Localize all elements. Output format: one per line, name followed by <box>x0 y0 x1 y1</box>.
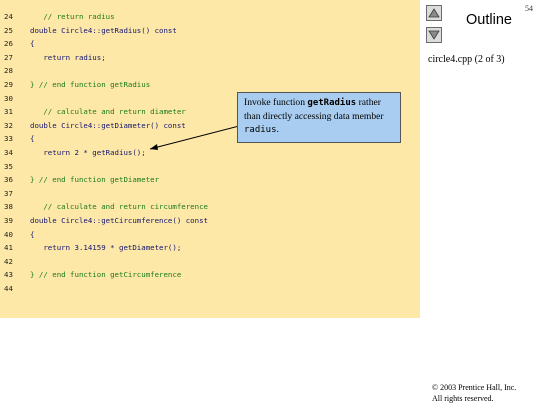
up-arrow-icon <box>428 8 440 18</box>
page-number: 54 <box>525 4 533 13</box>
previous-slide-button[interactable] <box>426 5 442 21</box>
copyright-line-1: © 2003 Prentice Hall, Inc. <box>432 383 517 392</box>
callout-box: Invoke function getRadius rather than di… <box>237 92 401 143</box>
callout-code-getradius: getRadius <box>307 98 357 108</box>
down-arrow-icon <box>428 30 440 40</box>
callout-text-3: . <box>276 124 279 135</box>
outline-title[interactable]: Outline <box>466 12 512 28</box>
callout-code-radius: radius <box>244 125 277 135</box>
next-slide-button[interactable] <box>426 27 442 43</box>
copyright-line-2: All rights reserved. <box>432 394 494 403</box>
file-label: circle4.cpp (2 of 3) <box>428 54 505 65</box>
callout-text-1: Invoke function <box>244 97 308 108</box>
copyright-notice: © 2003 Prentice Hall, Inc. All rights re… <box>432 382 516 404</box>
